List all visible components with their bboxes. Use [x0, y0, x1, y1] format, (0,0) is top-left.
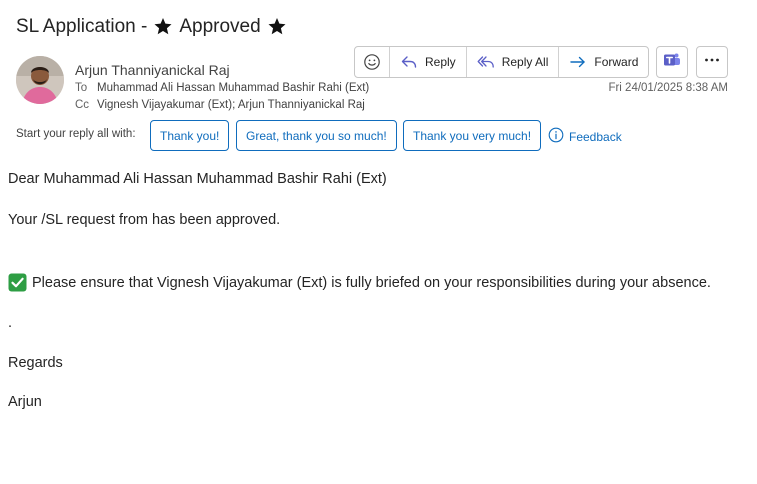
subject-status: Approved [179, 16, 261, 37]
more-horizontal-icon [703, 51, 721, 74]
received-timestamp: Fri 24/01/2025 8:38 AM [608, 82, 728, 94]
feedback-label: Feedback [569, 129, 622, 144]
email-closing: Regards [8, 355, 63, 371]
check-mark-icon [8, 273, 27, 292]
to-recipients[interactable]: Muhammad Ali Hassan Muhammad Bashir Rahi… [97, 82, 369, 94]
teams-chat-button[interactable] [656, 46, 688, 78]
more-options-button[interactable] [696, 46, 728, 78]
suggested-reply-chip[interactable]: Great, thank you so much! [236, 120, 397, 151]
email-body-line-text: Please ensure that Vignesh Vijayakumar (… [32, 274, 711, 291]
reply-all-button[interactable]: Reply All [467, 47, 560, 77]
reply-button[interactable]: Reply [390, 47, 467, 77]
subject-prefix: SL Application - [16, 16, 148, 37]
to-row: To Muhammad Ali Hassan Muhammad Bashir R… [75, 82, 369, 94]
email-signature: Arjun [8, 394, 42, 410]
info-icon [548, 127, 569, 146]
sender-name[interactable]: Arjun Thanniyanickal Raj [75, 62, 230, 78]
sender-avatar[interactable] [16, 56, 64, 104]
emoji-icon [363, 53, 381, 71]
email-body-line: Please ensure that Vignesh Vijayakumar (… [8, 273, 711, 292]
email-greeting: Dear Muhammad Ali Hassan Muhammad Bashir… [8, 171, 387, 187]
cc-label: Cc [75, 99, 90, 111]
react-button[interactable] [355, 47, 390, 77]
feedback-link[interactable]: Feedback [548, 127, 622, 146]
star-icon [267, 17, 287, 37]
reply-all-icon [477, 53, 502, 71]
cc-recipients[interactable]: Vignesh Vijayakumar (Ext); Arjun Thanniy… [97, 99, 365, 111]
reply-all-label: Reply All [501, 55, 549, 69]
suggested-reply-chip[interactable]: Thank you very much! [403, 120, 542, 151]
reply-icon [400, 53, 425, 71]
star-icon [153, 17, 173, 37]
cc-row: Cc Vignesh Vijayakumar (Ext); Arjun Than… [75, 99, 365, 111]
email-body-line: Your /SL request from has been approved. [8, 212, 281, 228]
forward-arrow-icon [569, 53, 594, 71]
forward-label: Forward [594, 55, 639, 69]
forward-button[interactable]: Forward [559, 47, 648, 77]
email-body-dot: . [8, 315, 13, 331]
message-actions: Reply Reply All Forward [354, 46, 650, 78]
reply-label: Reply [425, 55, 456, 69]
teams-icon [663, 51, 681, 74]
suggested-reply-chip[interactable]: Thank you! [150, 120, 230, 151]
email-subject: SL Application - Approved [16, 16, 293, 38]
suggested-replies-label: Start your reply all with: [16, 128, 136, 140]
to-label: To [75, 82, 88, 94]
